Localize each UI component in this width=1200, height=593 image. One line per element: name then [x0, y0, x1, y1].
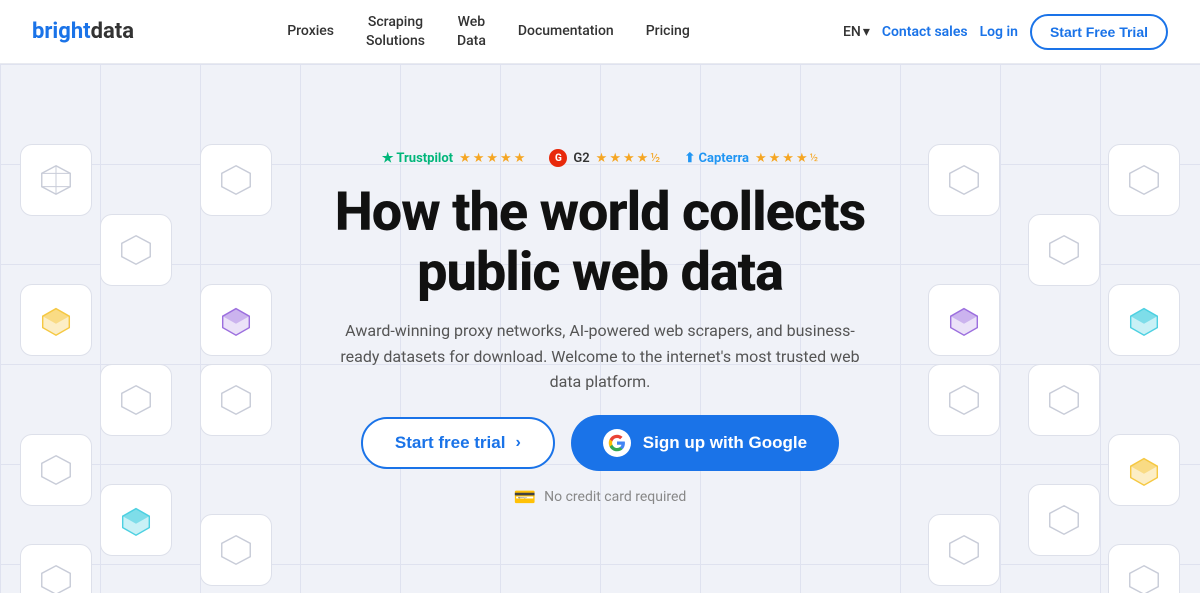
capterra-stars: ★★★★½ [755, 151, 818, 166]
nav-documentation[interactable]: Documentation [506, 14, 626, 48]
nav-links: Proxies Scraping Solutions Web Data Docu… [275, 5, 702, 57]
nav-webdata[interactable]: Web Data [445, 5, 498, 57]
cube-card [20, 544, 92, 593]
login-link[interactable]: Log in [980, 24, 1018, 40]
hero-subtitle: Award-winning proxy networks, AI-powered… [330, 318, 870, 395]
cube-card [1108, 144, 1180, 216]
trustpilot-icon: ★ Trustpilot [382, 151, 453, 166]
logo-data: data [91, 19, 134, 44]
nav-proxies[interactable]: Proxies [275, 14, 346, 48]
cube-card-cyan-right [1108, 284, 1180, 356]
cube-card [1108, 544, 1180, 593]
no-credit-card-notice: 💳 No credit card required [514, 487, 687, 508]
g2-rating: G G2 ★★★★½ [549, 149, 660, 167]
cube-card [928, 514, 1000, 586]
capterra-rating: ⬆ Capterra ★★★★½ [684, 151, 818, 166]
cube-card [200, 364, 272, 436]
cube-card [100, 364, 172, 436]
nav-pricing[interactable]: Pricing [634, 14, 702, 48]
chevron-right-icon: › [515, 434, 520, 452]
credit-card-icon: 💳 [514, 487, 536, 508]
g2-stars: ★★★★½ [596, 151, 661, 166]
cube-card [1028, 484, 1100, 556]
hero-section: ★ Trustpilot ★★★★★ G G2 ★★★★½ ⬆ Capterra… [0, 64, 1200, 593]
contact-sales-link[interactable]: Contact sales [882, 24, 968, 40]
cube-card-cyan [100, 484, 172, 556]
hero-buttons: Start free trial › Sign up with Google [361, 415, 839, 471]
cube-card [1028, 214, 1100, 286]
cube-card [200, 144, 272, 216]
language-selector[interactable]: EN ▾ [843, 24, 870, 40]
capterra-icon: ⬆ Capterra [684, 151, 749, 166]
g2-icon: G [549, 149, 567, 167]
cube-card-purple-right [928, 284, 1000, 356]
cube-card-purple [200, 284, 272, 356]
cube-card-yellow-right [1108, 434, 1180, 506]
ratings-row: ★ Trustpilot ★★★★★ G G2 ★★★★½ ⬆ Capterra… [382, 149, 818, 167]
nav-right: EN ▾ Contact sales Log in Start Free Tri… [843, 14, 1168, 50]
logo-bright: bright [32, 19, 91, 44]
navbar: bright data Proxies Scraping Solutions W… [0, 0, 1200, 64]
cube-card [928, 364, 1000, 436]
cube-card [20, 144, 92, 216]
cube-card-yellow [20, 284, 92, 356]
logo[interactable]: bright data [32, 19, 134, 44]
signup-google-button[interactable]: Sign up with Google [571, 415, 839, 471]
start-free-trial-button[interactable]: Start Free Trial [1030, 14, 1168, 50]
cube-card [100, 214, 172, 286]
trustpilot-rating: ★ Trustpilot ★★★★★ [382, 151, 526, 166]
nav-scraping[interactable]: Scraping Solutions [354, 5, 437, 57]
trustpilot-stars: ★★★★★ [459, 151, 525, 166]
cube-card [1028, 364, 1100, 436]
cube-card [200, 514, 272, 586]
cube-card [928, 144, 1000, 216]
cube-card [20, 434, 92, 506]
hero-title: How the world collects public web data [335, 183, 865, 302]
start-free-trial-hero-button[interactable]: Start free trial › [361, 417, 555, 469]
hero-content: ★ Trustpilot ★★★★★ G G2 ★★★★½ ⬆ Capterra… [330, 149, 870, 508]
google-icon [603, 429, 631, 457]
